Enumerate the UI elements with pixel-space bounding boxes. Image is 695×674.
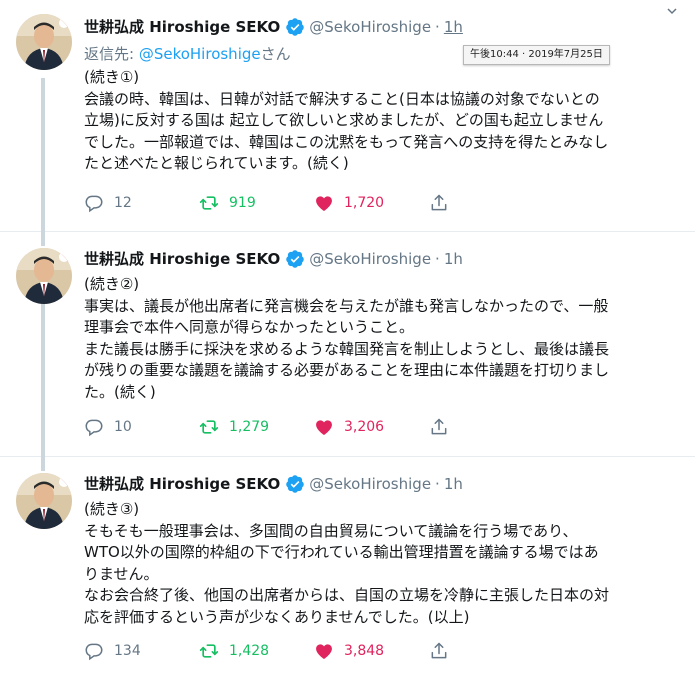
handle[interactable]: @SekoHiroshige [309, 249, 431, 269]
tweet-text-line: また議長は勝手に採決を求めるような韓国発言を制止しようとし、最後は議長 [84, 339, 610, 358]
replying-prefix: 返信先: [84, 45, 139, 63]
retweet-icon [199, 420, 219, 434]
thread-line [41, 231, 45, 246]
thread-line [41, 78, 45, 231]
reply-count: 134 [114, 643, 141, 659]
tweet-text-line: た。(続く) [84, 382, 156, 401]
tweet-actions: 10 1,279 3,206 [84, 417, 544, 437]
timestamp-tooltip: 午後10:44 · 2019年7月25日 [463, 45, 610, 65]
tweet-text-line: 事実は、議長が他出席者に発言機会を与えたが誰も発言しなかったので、一般 [84, 296, 609, 315]
reply-button[interactable]: 134 [84, 641, 199, 661]
retweet-button[interactable]: 919 [199, 193, 314, 213]
tweet-text-line: WTO以外の国際的枠組の下で行われている輸出管理措置を議論する場ではあ [84, 543, 599, 562]
tweet-actions: 134 1,428 3,848 [84, 641, 544, 661]
reply-button[interactable]: 10 [84, 417, 199, 437]
like-button[interactable]: 3,848 [314, 641, 429, 661]
retweet-count: 1,428 [229, 643, 270, 659]
tweet-text-line: なお会合終了後、他国の出席者からは、自国の立場を冷静に主張した日本の対 [84, 586, 610, 605]
timestamp[interactable]: 1h [444, 17, 463, 37]
avatar[interactable] [16, 14, 72, 70]
tweet-1[interactable]: 世耕弘成 Hiroshige SEKO @SekoHiroshige · 1h … [0, 0, 695, 231]
heart-icon [316, 420, 332, 435]
tweet-text-line: (続き③) [84, 500, 140, 518]
display-name[interactable]: 世耕弘成 Hiroshige SEKO [84, 474, 280, 494]
tweet-text-line: そもそも一般理事会は、多国間の自由貿易について議論を行う場であり、 [84, 521, 578, 540]
tweet-text-line: でした。一部報道では、韓国はこの沈黙をもって発言への支持を得たとみなし [84, 132, 609, 151]
tweet-text: (続き③) そもそも一般理事会は、多国間の自由貿易について議論を行う場であり、 … [84, 499, 683, 629]
reply-count: 10 [114, 419, 132, 435]
timestamp[interactable]: 1h [444, 474, 463, 494]
reply-icon [85, 419, 103, 437]
like-button[interactable]: 1,720 [314, 193, 429, 213]
verified-badge-icon [285, 249, 305, 269]
tweet-text-line: りません。 [84, 564, 159, 583]
tweet-3[interactable]: 世耕弘成 Hiroshige SEKO @SekoHiroshige · 1h … [0, 456, 695, 674]
separator-dot: · [435, 250, 440, 268]
separator-dot: · [435, 18, 440, 36]
handle[interactable]: @SekoHiroshige [309, 17, 431, 37]
tweet-text-line: 理事会で本件へ同意が得らなかったということ。 [84, 318, 415, 337]
tweet-text-line: 立場)に反対する国は 起立して欲しいと求めましたが、どの国も起立しません [84, 111, 604, 130]
tweet-text-line: 会議の時、韓国は、日韓が対話で解決すること(日本は協議の対象でないとの [84, 89, 600, 108]
tweet-text-line: たと述べたと報じられています。(続く) [84, 154, 349, 173]
share-button[interactable] [429, 417, 544, 437]
heart-icon [316, 196, 332, 211]
reply-icon [85, 643, 103, 661]
like-count: 1,720 [344, 195, 385, 211]
tweet-text-line: (続き②) [84, 275, 140, 293]
avatar[interactable] [16, 248, 72, 304]
tweet-text-line: が残りの重要な議題を議論する必要があることを理由に本件議題を打切りまし [84, 361, 610, 380]
share-button[interactable] [429, 193, 544, 213]
heart-icon [316, 644, 332, 659]
verified-badge-icon [285, 17, 305, 37]
reply-button[interactable]: 12 [84, 193, 199, 213]
replying-suffix: さん [260, 45, 291, 63]
retweet-button[interactable]: 1,428 [199, 641, 314, 661]
retweet-icon [199, 196, 219, 210]
reply-icon [85, 195, 103, 213]
retweet-icon [199, 644, 219, 658]
tweet-2[interactable]: 世耕弘成 Hiroshige SEKO @SekoHiroshige · 1h … [0, 231, 695, 456]
display-name[interactable]: 世耕弘成 Hiroshige SEKO [84, 17, 280, 37]
reply-count: 12 [114, 195, 132, 211]
timestamp[interactable]: 1h [444, 249, 463, 269]
share-icon [431, 418, 447, 435]
avatar[interactable] [16, 473, 72, 529]
tweet-text: (続き②) 事実は、議長が他出席者に発言機会を与えたが誰も発言しなかったので、一… [84, 274, 683, 404]
replying-to-link[interactable]: @SekoHiroshige [139, 45, 261, 63]
like-button[interactable]: 3,206 [314, 417, 429, 437]
retweet-button[interactable]: 1,279 [199, 417, 314, 437]
like-count: 3,848 [344, 643, 385, 659]
tweet-text: (続き①) 会議の時、韓国は、日韓が対話で解決すること(日本は協議の対象でないと… [84, 67, 683, 175]
display-name[interactable]: 世耕弘成 Hiroshige SEKO [84, 249, 280, 269]
thread-line [41, 304, 45, 456]
share-icon [431, 642, 447, 659]
like-count: 3,206 [344, 419, 385, 435]
verified-badge-icon [285, 474, 305, 494]
share-button[interactable] [429, 641, 544, 661]
tweet-text-line: (続き①) [84, 68, 140, 86]
tweet-actions: 12 919 1,720 [84, 193, 544, 213]
retweet-count: 1,279 [229, 419, 270, 435]
retweet-count: 919 [229, 195, 256, 211]
separator-dot: · [435, 475, 440, 493]
handle[interactable]: @SekoHiroshige [309, 474, 431, 494]
thread-line [41, 456, 45, 471]
tweet-text-line: 応を評価するという声が少なくありませんでした。(以上) [84, 607, 470, 626]
share-icon [431, 194, 447, 211]
